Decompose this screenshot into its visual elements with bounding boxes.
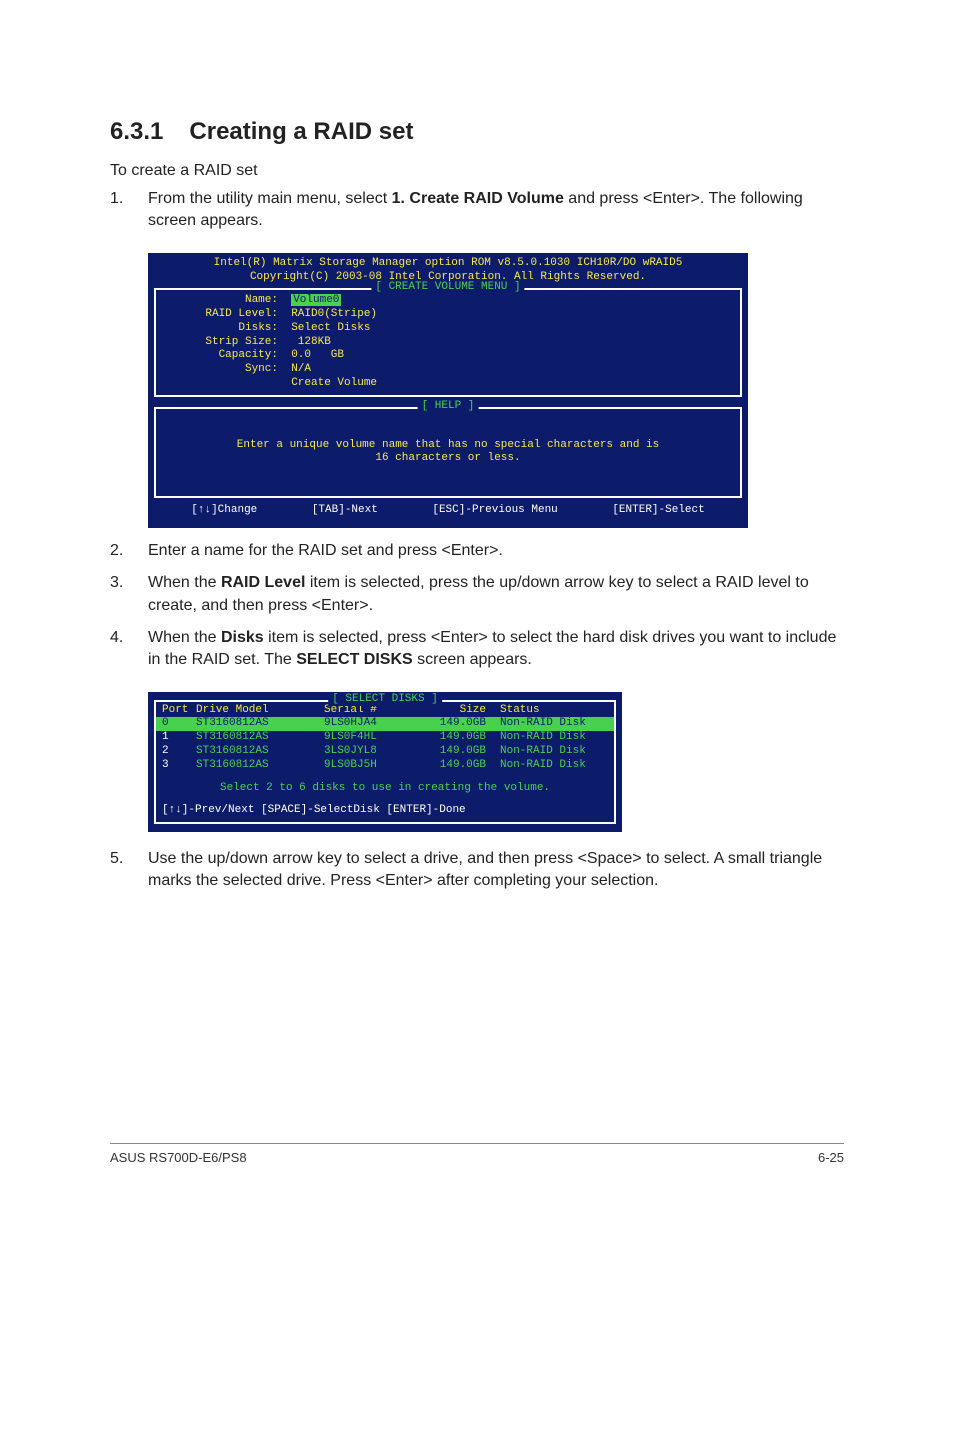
page-footer: ASUS RS700D-E6/PS8 6-25 xyxy=(110,1143,844,1165)
disk-row-3[interactable]: 3 ST3160812AS 9LS0BJ5H 149.0GB Non-RAID … xyxy=(156,759,614,773)
section-heading: 6.3.1 Creating a RAID set xyxy=(110,118,844,146)
intro-text: To create a RAID set xyxy=(110,162,844,180)
step-number: 3. xyxy=(110,572,148,594)
panel-title: [ SELECT DISKS ] xyxy=(328,693,442,707)
step-2: 2. Enter a name for the RAID set and pre… xyxy=(110,540,844,562)
footer-product: ASUS RS700D-E6/PS8 xyxy=(110,1150,247,1165)
create-volume-action[interactable]: Create Volume xyxy=(162,377,734,391)
field-name: Name: Volume0 xyxy=(162,294,734,308)
panel-title: [ HELP ] xyxy=(418,400,479,414)
field-capacity[interactable]: Capacity: 0.0 GB xyxy=(162,349,734,363)
field-strip-size[interactable]: Strip Size: 128KB xyxy=(162,336,734,350)
bios-create-volume-screen: Intel(R) Matrix Storage Manager option R… xyxy=(148,253,748,528)
key-legend: [↑↓]Change [TAB]-Next [ESC]-Previous Men… xyxy=(154,498,742,520)
step-text: Enter a name for the RAID set and press … xyxy=(148,540,844,562)
step-1: 1. From the utility main menu, select 1.… xyxy=(110,188,844,233)
bios-select-disks-screen: [ SELECT DISKS ] Port Drive Model Serial… xyxy=(148,692,622,832)
select-disks-hint: Select 2 to 6 disks to use in creating t… xyxy=(156,772,614,802)
step-text: When the RAID Level item is selected, pr… xyxy=(148,572,844,617)
volume-name-input[interactable]: Volume0 xyxy=(291,294,341,306)
step-text: Use the up/down arrow key to select a dr… xyxy=(148,848,844,893)
help-text: 16 characters or less. xyxy=(162,452,734,466)
step-3: 3. When the RAID Level item is selected,… xyxy=(110,572,844,617)
field-raid-level[interactable]: RAID Level: RAID0(Stripe) xyxy=(162,308,734,322)
select-disks-panel: [ SELECT DISKS ] Port Drive Model Serial… xyxy=(154,700,616,824)
section-title-text: Creating a RAID set xyxy=(189,118,413,145)
disk-row-0[interactable]: 0 ST3160812AS 9LS0HJA4 149.0GB Non-RAID … xyxy=(156,717,614,731)
create-volume-panel: [ CREATE VOLUME MENU ] Name: Volume0 RAI… xyxy=(154,288,742,396)
step-4: 4. When the Disks item is selected, pres… xyxy=(110,627,844,672)
step-number: 5. xyxy=(110,848,148,870)
step-number: 4. xyxy=(110,627,148,649)
step-number: 2. xyxy=(110,540,148,562)
field-disks[interactable]: Disks: Select Disks xyxy=(162,322,734,336)
field-sync: Sync: N/A xyxy=(162,363,734,377)
disk-row-2[interactable]: 2 ST3160812AS 3LS0JYL8 149.0GB Non-RAID … xyxy=(156,745,614,759)
key-select: [ENTER]-Select xyxy=(612,504,704,518)
step-text: From the utility main menu, select 1. Cr… xyxy=(148,188,844,233)
key-change: [↑↓]Change xyxy=(191,504,257,518)
help-text: Enter a unique volume name that has no s… xyxy=(162,439,734,453)
help-panel: [ HELP ] Enter a unique volume name that… xyxy=(154,407,742,499)
select-disks-key-legend: [↑↓]-Prev/Next [SPACE]-SelectDisk [ENTER… xyxy=(156,802,614,818)
section-number: 6.3.1 xyxy=(110,118,163,146)
bios-header-line: Intel(R) Matrix Storage Manager option R… xyxy=(154,257,742,271)
disk-row-1[interactable]: 1 ST3160812AS 9LS0F4HL 149.0GB Non-RAID … xyxy=(156,731,614,745)
key-prev: [ESC]-Previous Menu xyxy=(432,504,557,518)
key-next: [TAB]-Next xyxy=(312,504,378,518)
footer-page-number: 6-25 xyxy=(818,1150,844,1165)
step-number: 1. xyxy=(110,188,148,210)
panel-title: [ CREATE VOLUME MENU ] xyxy=(371,281,524,295)
step-text: When the Disks item is selected, press <… xyxy=(148,627,844,672)
step-5: 5. Use the up/down arrow key to select a… xyxy=(110,848,844,893)
